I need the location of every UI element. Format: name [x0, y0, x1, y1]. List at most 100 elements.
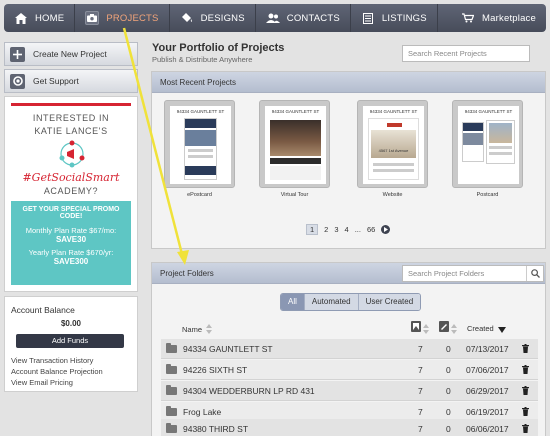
recent-projects-heading: Most Recent Projects — [152, 72, 545, 93]
nav-marketplace[interactable]: Marketplace — [451, 4, 546, 32]
filter-automated[interactable]: Automated — [304, 294, 359, 310]
nav-marketplace-label: Marketplace — [482, 12, 536, 24]
project-card-epostcard[interactable]: 94334 GAUNTLETT ST — [164, 100, 235, 188]
filter-all[interactable]: All — [281, 294, 305, 310]
page-ellipsis: ... — [354, 225, 361, 234]
virtual-tour-photo — [270, 120, 321, 156]
nav-designs-label: DESIGNS — [200, 12, 245, 24]
card-thumbnail: 94334 GAUNTLETT ST — [170, 106, 231, 184]
folder-edit-count: 0 — [446, 386, 451, 396]
website-logo — [387, 123, 402, 127]
contacts-icon — [265, 11, 280, 25]
preview-photo — [185, 130, 216, 146]
page-subtitle: Publish & Distribute Anywhere — [152, 55, 253, 64]
next-page-icon[interactable] — [381, 225, 391, 234]
folder-row[interactable]: 94334 GAUNTLETT ST 7 0 07/13/2017 — [161, 339, 538, 359]
project-card-postcard[interactable]: 94334 GAUNTLETT ST — [452, 100, 523, 188]
ad-line1: INTERESTED IN — [32, 113, 110, 123]
nav-home[interactable]: HOME — [4, 4, 76, 32]
search-folders-placeholder: Search Project Folders — [408, 269, 485, 278]
folder-icon — [166, 364, 177, 374]
sort-icon[interactable] — [206, 324, 212, 336]
trash-icon[interactable] — [522, 386, 529, 395]
folder-name[interactable]: 94304 WEDDERBURN LP RD 431 — [183, 386, 315, 396]
create-project-label: Create New Project — [33, 49, 107, 59]
project-card-website[interactable]: 94334 GAUNTLETT ST 4567 1st Avenue — [357, 100, 428, 188]
nav-contacts[interactable]: CONTACTS — [256, 4, 351, 32]
nav-contacts-label: CONTACTS — [286, 12, 340, 24]
nav-designs[interactable]: DESIGNS — [170, 4, 256, 32]
preview-text-line — [188, 155, 213, 158]
card-thumbnail: 94334 GAUNTLETT ST — [265, 106, 326, 184]
search-icon[interactable] — [526, 266, 543, 281]
create-project-button[interactable]: Create New Project — [4, 42, 138, 66]
page-1[interactable]: 1 — [306, 224, 319, 235]
folder-created-date: 07/06/2017 — [466, 365, 509, 375]
card-label: Website — [382, 192, 403, 198]
search-recent-projects-input[interactable]: Search Recent Projects — [402, 45, 530, 62]
nav-home-label: HOME — [35, 12, 65, 24]
recent-projects-panel: Most Recent Projects 94334 GAUNTLETT ST … — [151, 71, 546, 249]
col-created[interactable]: Created — [467, 324, 494, 333]
project-folders-panel: Project Folders Search Project Folders A… — [151, 262, 546, 436]
col-name[interactable]: Name — [182, 325, 202, 334]
postcard-back — [486, 120, 515, 164]
card-label: ePostcard — [187, 192, 212, 198]
folder-file-count: 7 — [418, 424, 423, 434]
card-address: 94334 GAUNTLETT ST — [176, 109, 225, 114]
postcard-front — [462, 122, 484, 162]
trash-icon[interactable] — [522, 424, 529, 433]
epostcard-preview — [184, 118, 217, 180]
folder-icon — [166, 385, 177, 395]
folder-created-date: 07/13/2017 — [466, 344, 509, 354]
tour-info — [270, 166, 321, 180]
filter-user-created[interactable]: User Created — [358, 294, 421, 310]
trash-icon[interactable] — [522, 344, 529, 353]
promo-monthly: Monthly Plan Rate $67/mo: — [25, 226, 117, 235]
folder-row[interactable]: 94226 SIXTH ST 7 0 07/06/2017 — [161, 360, 538, 380]
transaction-history-link[interactable]: View Transaction History — [11, 356, 93, 365]
folder-name[interactable]: 94380 THIRD ST — [183, 424, 248, 434]
add-funds-button[interactable]: Add Funds — [16, 334, 124, 348]
lifebuoy-icon — [10, 73, 25, 89]
home-icon — [14, 11, 28, 25]
folder-edit-count: 0 — [446, 407, 451, 417]
trash-icon[interactable] — [522, 365, 529, 374]
nav-listings[interactable]: LISTINGS — [351, 4, 438, 32]
card-thumbnail: 94334 GAUNTLETT ST 4567 1st Avenue — [363, 106, 424, 184]
sort-desc-icon[interactable] — [498, 326, 506, 335]
folder-file-count: 7 — [418, 344, 423, 354]
preview-header — [185, 119, 216, 128]
folder-row[interactable]: 94304 WEDDERBURN LP RD 431 7 0 06/29/201… — [161, 381, 538, 401]
promo-monthly-code: SAVE30 — [55, 235, 87, 244]
page-3[interactable]: 3 — [334, 225, 338, 234]
ad-hashtag: #GetSocialSmart — [22, 171, 120, 184]
page-4[interactable]: 4 — [345, 225, 349, 234]
folder-edit-count: 0 — [446, 344, 451, 354]
project-card-virtual-tour[interactable]: 94334 GAUNTLETT ST — [259, 100, 330, 188]
folder-name[interactable]: 94334 GAUNTLETT ST — [183, 344, 273, 354]
folder-row[interactable]: 94380 THIRD ST 7 0 06/06/2017 — [161, 419, 538, 436]
folder-icon — [166, 343, 177, 353]
email-pricing-link[interactable]: View Email Pricing — [11, 378, 73, 387]
page-2[interactable]: 2 — [324, 225, 328, 234]
sort-icon[interactable] — [423, 324, 429, 336]
promo-box: GET YOUR SPECIAL PROMO CODE! Monthly Pla… — [11, 201, 131, 285]
sort-icon[interactable] — [451, 324, 457, 336]
folder-name[interactable]: 94226 SIXTH ST — [183, 365, 247, 375]
promo-ad[interactable]: INTERESTED IN KATIE LANCE'S #GetSocialSm… — [4, 96, 138, 292]
search-recent-placeholder: Search Recent Projects — [408, 49, 487, 58]
account-balance-title: Account Balance — [11, 305, 75, 315]
get-support-button[interactable]: Get Support — [4, 69, 138, 93]
folder-file-count: 7 — [418, 365, 423, 375]
search-project-folders-input[interactable]: Search Project Folders — [402, 265, 544, 282]
website-preview: 4567 1st Avenue — [368, 118, 419, 180]
folder-name[interactable]: Frog Lake — [183, 407, 221, 417]
trash-icon[interactable] — [522, 407, 529, 416]
website-address-text: 4567 1st Avenue — [378, 148, 409, 153]
balance-projection-link[interactable]: Account Balance Projection — [11, 367, 103, 376]
nav-projects[interactable]: PROJECTS — [75, 4, 170, 32]
folder-edit-count: 0 — [446, 424, 451, 434]
page-66[interactable]: 66 — [367, 225, 375, 234]
folder-icon — [166, 406, 177, 416]
